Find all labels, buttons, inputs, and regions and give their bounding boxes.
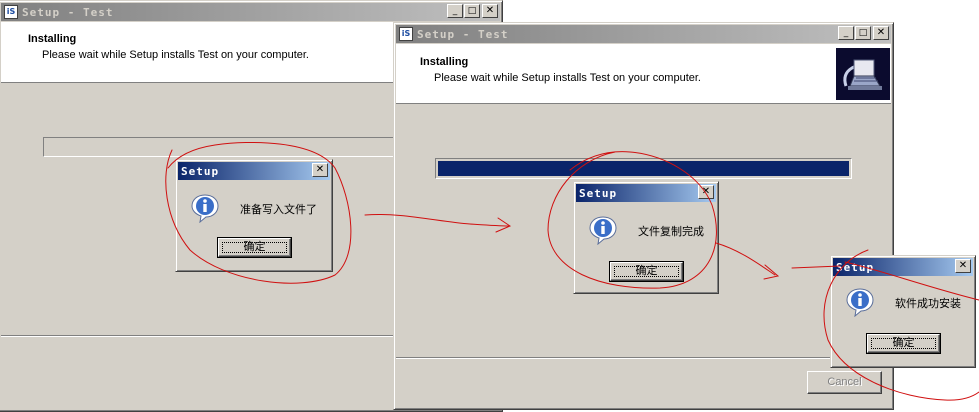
dialog-title-bar[interactable]: Setup ✕ (576, 184, 716, 202)
ok-button[interactable]: 确定 (609, 261, 684, 282)
ok-button[interactable]: 确定 (866, 333, 941, 354)
message-dialog-1: Setup ✕ 准备写入文件了 确定 (175, 159, 333, 272)
setup-app-icon: iS (4, 5, 18, 19)
setup-app-icon: iS (399, 27, 413, 41)
cancel-button[interactable]: Cancel (807, 371, 882, 394)
minimize-button[interactable]: _ (447, 4, 463, 18)
close-button[interactable]: ✕ (955, 259, 971, 273)
window-title: Setup - Test (22, 5, 114, 19)
title-bar[interactable]: iS Setup - Test _ □ ✕ (396, 25, 891, 43)
info-icon (845, 287, 875, 318)
window-title: Setup - Test (417, 27, 509, 41)
install-progress-bar (435, 158, 852, 179)
info-icon (588, 215, 618, 246)
dialog-message: 软件成功安装 (895, 297, 961, 310)
page-title: Installing (28, 33, 77, 45)
maximize-button[interactable]: □ (464, 4, 480, 18)
close-button[interactable]: ✕ (312, 163, 328, 177)
info-icon (190, 193, 220, 224)
setup-logo-icon (836, 48, 890, 100)
dialog-title: Setup (836, 260, 875, 274)
close-button[interactable]: ✕ (873, 26, 889, 40)
page-subtitle: Please wait while Setup installs Test on… (42, 49, 309, 61)
bottom-divider (396, 357, 891, 359)
dialog-message: 文件复制完成 (638, 225, 704, 238)
message-dialog-3: Setup ✕ 软件成功安装 确定 (830, 255, 976, 368)
maximize-button[interactable]: □ (855, 26, 871, 40)
dialog-title-bar[interactable]: Setup ✕ (178, 162, 330, 180)
page-title: Installing (420, 56, 469, 68)
close-button[interactable]: ✕ (698, 185, 714, 199)
dialog-title: Setup (181, 164, 220, 178)
dialog-message: 准备写入文件了 (240, 203, 317, 216)
minimize-button[interactable]: _ (838, 26, 854, 40)
progress-fill (438, 161, 849, 176)
page-subtitle: Please wait while Setup installs Test on… (434, 72, 701, 84)
dialog-title-bar[interactable]: Setup ✕ (833, 258, 973, 276)
header-panel: Installing Please wait while Setup insta… (396, 44, 891, 104)
dialog-title: Setup (579, 186, 618, 200)
ok-button[interactable]: 确定 (217, 237, 292, 258)
message-dialog-2: Setup ✕ 文件复制完成 确定 (573, 181, 719, 294)
close-button[interactable]: ✕ (482, 4, 498, 18)
title-bar[interactable]: iS Setup - Test _ □ ✕ (1, 3, 500, 21)
